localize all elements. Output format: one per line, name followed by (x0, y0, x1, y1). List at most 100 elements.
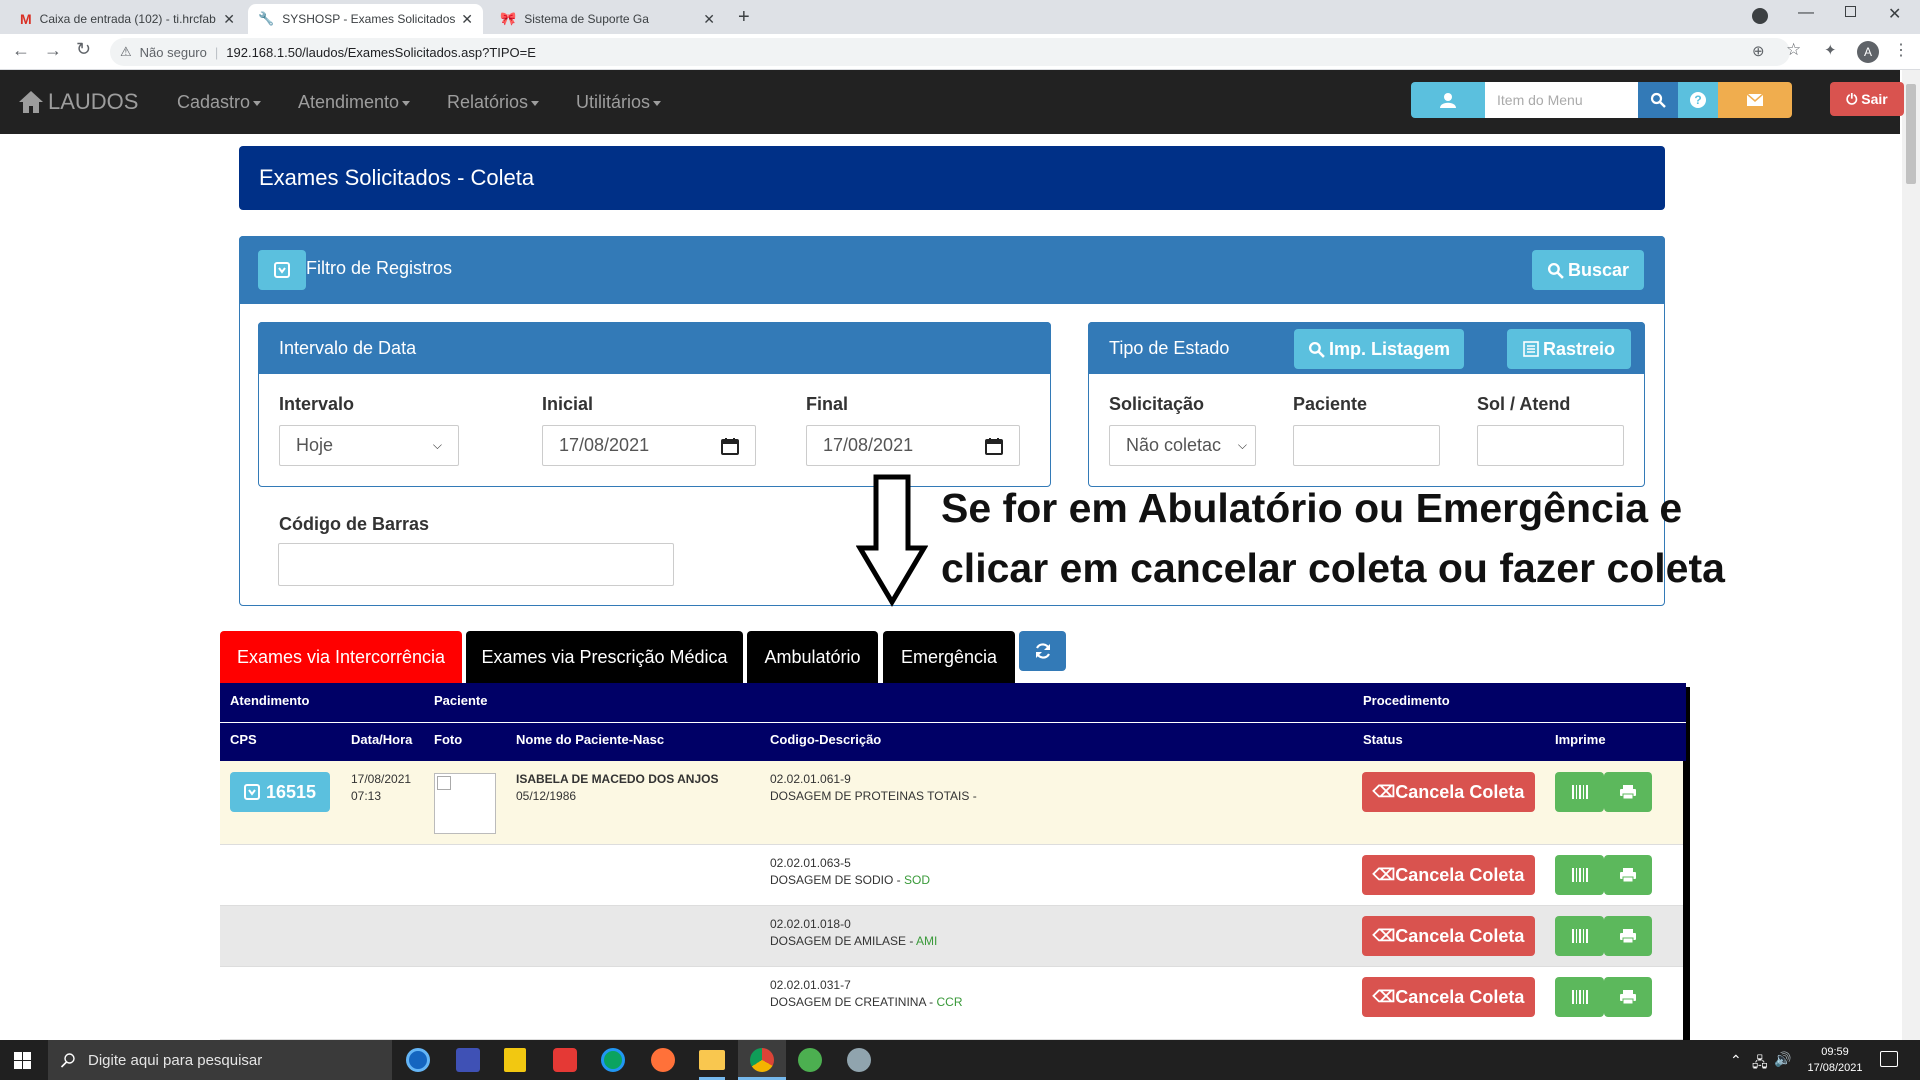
minimize-icon[interactable]: — (1798, 4, 1814, 22)
col-header-name: Nome do Paciente-Nasc (516, 732, 665, 747)
power-bi-icon[interactable] (504, 1048, 526, 1072)
edge-icon[interactable] (601, 1048, 625, 1072)
close-icon[interactable]: ✕ (703, 11, 715, 28)
browser-tab-syshosp[interactable]: 🔧 SYSHOSP - Exames Solicitados ✕ (248, 4, 483, 34)
reload-icon[interactable]: ↻ (76, 39, 91, 60)
scrollbar-thumb[interactable] (1906, 84, 1916, 184)
new-tab-icon[interactable]: + (738, 6, 750, 29)
print-button[interactable] (1604, 916, 1652, 956)
forward-icon[interactable]: → (44, 40, 62, 61)
windows-start-icon[interactable] (14, 1052, 31, 1069)
tracking-button[interactable]: Rastreio (1507, 329, 1631, 369)
refresh-button[interactable] (1019, 631, 1066, 671)
url-text[interactable]: 192.168.1.50/laudos/ExamesSolicitados.as… (226, 45, 536, 60)
printer-icon (1620, 929, 1636, 944)
menu-cadastro[interactable]: Cadastro (177, 70, 262, 134)
cancel-collection-button[interactable]: ⌫ Cancela Coleta (1362, 916, 1535, 956)
print-list-button[interactable]: Imp. Listagem (1294, 329, 1464, 369)
sol-atend-input[interactable] (1477, 425, 1624, 466)
file-explorer-icon[interactable] (699, 1050, 725, 1070)
cancel-collection-button[interactable]: ⌫ Cancela Coleta (1362, 772, 1535, 812)
app-icon-9[interactable] (798, 1048, 822, 1072)
print-barcode-button[interactable] (1555, 772, 1604, 812)
calendar-icon[interactable] (721, 437, 739, 455)
interval-select[interactable]: Hoje ⌵ (279, 425, 459, 466)
tab-intercorrencia[interactable]: Exames via Intercorrência (220, 631, 462, 683)
menu-label: Cadastro (177, 92, 251, 112)
menu-search-input[interactable]: Item do Menu (1485, 82, 1638, 118)
close-window-icon[interactable]: ✕ (1888, 4, 1901, 24)
browser-tab-strip: M Caixa de entrada (102) - ti.hrcfab ✕ 🔧… (0, 0, 1920, 34)
collapse-icon (274, 262, 290, 278)
cancel-collection-button[interactable]: ⌫ Cancela Coleta (1362, 977, 1535, 1017)
restore-icon[interactable] (1845, 6, 1856, 17)
back-icon[interactable]: ← (12, 40, 30, 61)
chevron-up-icon[interactable]: ⌃ (1730, 1052, 1742, 1069)
taskbar-search-placeholder: Digite aqui para pesquisar (88, 1051, 263, 1069)
print-button[interactable] (1604, 977, 1652, 1017)
help-button[interactable]: ? (1678, 82, 1718, 118)
kebab-menu-icon[interactable]: ⋮ (1893, 40, 1909, 60)
print-button[interactable] (1604, 855, 1652, 895)
procedure-desc: DOSAGEM DE AMILASE - (770, 934, 914, 948)
chrome-taskbar-button[interactable] (738, 1040, 786, 1080)
barcode-icon (1571, 929, 1588, 943)
browser-tab-title: Caixa de entrada (102) - ti.hrcfab (39, 12, 216, 26)
taskbar-search-box[interactable]: Digite aqui para pesquisar (48, 1040, 392, 1080)
patient-birth: 05/12/1986 (516, 789, 577, 803)
clock-date: 17/08/2021 (1807, 1062, 1863, 1074)
browser-tab-gmail[interactable]: M Caixa de entrada (102) - ti.hrcfab ✕ (10, 4, 245, 34)
barcode-input[interactable] (278, 543, 674, 586)
clock[interactable]: 09:59 17/08/2021 (1800, 1044, 1870, 1076)
procedure-desc: DOSAGEM DE SODIO - (770, 873, 901, 887)
anydesk-icon[interactable] (553, 1048, 577, 1072)
star-icon[interactable]: ☆ (1786, 40, 1801, 60)
start-date-input[interactable]: 17/08/2021 (542, 425, 756, 466)
search-button[interactable]: Buscar (1532, 250, 1644, 290)
patient-input[interactable] (1293, 425, 1440, 466)
messages-button[interactable] (1718, 82, 1792, 118)
app-icon-2[interactable] (456, 1048, 480, 1072)
print-barcode-button[interactable] (1555, 855, 1604, 895)
profile-avatar[interactable]: A (1857, 41, 1879, 63)
scrollbar[interactable] (1902, 70, 1920, 1040)
filter-toggle-button[interactable] (258, 250, 306, 290)
print-button[interactable] (1604, 772, 1652, 812)
print-barcode-button[interactable] (1555, 977, 1604, 1017)
brand-link[interactable]: LAUDOS (18, 70, 138, 134)
close-icon[interactable]: ✕ (223, 11, 235, 28)
procedure-info: 02.02.01.063-5 DOSAGEM DE SODIO - SOD (770, 855, 930, 889)
extensions-icon[interactable]: ✦ (1824, 41, 1837, 59)
caret-down-icon (253, 100, 262, 106)
calendar-icon[interactable] (985, 437, 1003, 455)
app-icon-1[interactable] (406, 1048, 430, 1072)
omnibox[interactable]: ⚠ Não seguro | 192.168.1.50/laudos/Exame… (110, 38, 1790, 66)
menu-search-button[interactable] (1638, 82, 1678, 118)
user-button[interactable] (1411, 82, 1485, 118)
zoom-icon[interactable]: ⊕ (1752, 42, 1765, 60)
tab-emergencia[interactable]: Emergência (883, 631, 1015, 683)
list-icon (1523, 341, 1539, 357)
menu-utilitarios[interactable]: Utilitários (576, 70, 662, 134)
close-icon[interactable]: ✕ (461, 11, 473, 28)
eraser-icon: ⌫ (1372, 928, 1396, 945)
network-icon[interactable]: 🖧 (1752, 1052, 1768, 1076)
firefox-icon[interactable] (651, 1048, 675, 1072)
cancel-collection-button[interactable]: ⌫ Cancela Coleta (1362, 855, 1535, 895)
volume-icon[interactable]: 🔊 (1774, 1051, 1791, 1068)
home-icon (19, 91, 43, 113)
menu-atendimento[interactable]: Atendimento (298, 70, 411, 134)
browser-tab-support[interactable]: 🎀 Sistema de Suporte Ga ✕ (490, 4, 725, 34)
print-barcode-button[interactable] (1555, 916, 1604, 956)
logout-button[interactable]: ⏻ Sair (1830, 82, 1904, 116)
request-select[interactable]: Não coletac ⌵ (1109, 425, 1256, 466)
tab-search-icon[interactable] (1752, 8, 1768, 24)
menu-relatorios[interactable]: Relatórios (447, 70, 540, 134)
tab-ambulatorio[interactable]: Ambulatório (747, 631, 878, 683)
cps-button[interactable]: 16515 (230, 772, 330, 812)
notifications-icon[interactable] (1880, 1051, 1898, 1067)
app-icon-10[interactable] (847, 1048, 871, 1072)
end-date-input[interactable]: 17/08/2021 (806, 425, 1020, 466)
search-icon (1650, 92, 1666, 108)
tab-prescricao-medica[interactable]: Exames via Prescrição Médica (466, 631, 743, 683)
